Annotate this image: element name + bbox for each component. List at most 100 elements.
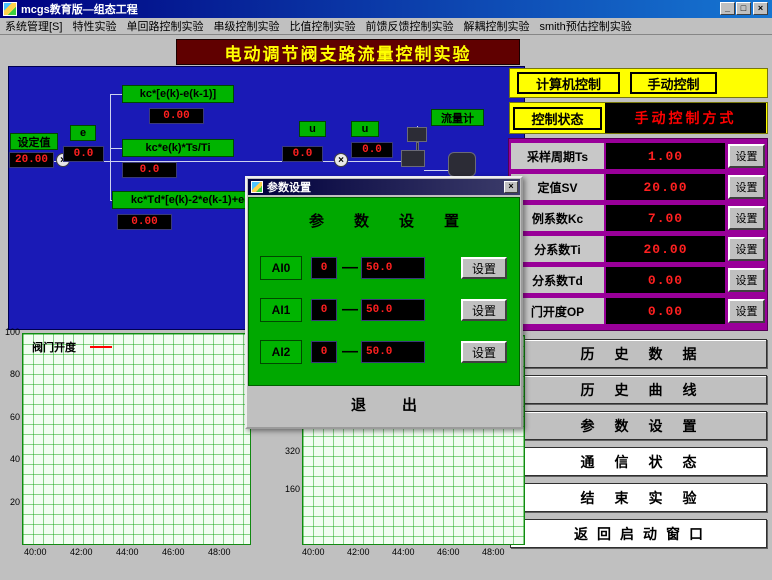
ai2-low-display: 0 [311, 341, 337, 363]
setpoint-label: 设定值 [10, 133, 58, 150]
chart-legend-line [90, 346, 112, 348]
flowmeter-label: 流量计 [431, 109, 484, 126]
dialog-titlebar[interactable]: 参数设置 [248, 179, 520, 195]
window-titlebar[interactable]: mcgs教育版—组态工程 [0, 0, 772, 18]
param-set-button-td[interactable]: 设置 [728, 268, 765, 292]
y-tick: 80 [0, 369, 20, 379]
ai2-high-display: 50.0 [361, 341, 425, 363]
u1-label: u [299, 121, 326, 137]
ai1-set-button[interactable]: 设置 [461, 299, 507, 321]
param-value-ti: 20.00 [606, 236, 725, 262]
param-set-button-ti[interactable]: 设置 [728, 237, 765, 261]
dialog-exit-button[interactable]: 退出 [248, 394, 520, 415]
error-display: 0.0 [63, 146, 104, 162]
menu-bar: 系统管理[S] 特性实验 单回路控制实验 串级控制实验 比值控制实验 前馈反馈控… [0, 18, 772, 35]
error-label: e [70, 125, 96, 141]
y-tick: 60 [0, 412, 20, 422]
control-status-value: 手动控制方式 [605, 103, 766, 133]
close-button[interactable]: × [753, 2, 768, 15]
dialog-close-button[interactable]: × [504, 181, 518, 193]
ai1-range-dash: — [341, 298, 359, 322]
menu-item-system[interactable]: 系统管理[S] [0, 17, 67, 35]
comm-status-button[interactable]: 通信状态 [510, 447, 767, 476]
flow-sensor-icon [407, 127, 427, 142]
return-start-window-button[interactable]: 返回启动窗口 [510, 519, 767, 548]
param-value-op: 0.00 [606, 298, 725, 324]
x-tick: 44:00 [116, 547, 139, 557]
menu-item-smith[interactable]: smith预估控制实验 [534, 17, 636, 35]
i-term-display: 0.0 [122, 162, 177, 178]
i-term-formula: kc*e(k)*Ts/Ti [122, 139, 234, 157]
chart-legend-label: 阀门开度 [32, 339, 76, 355]
u2-display: 0.0 [351, 142, 393, 158]
y-tick: 320 [278, 446, 300, 456]
ai0-label: AI0 [260, 256, 302, 280]
summing-junction-icon: × [334, 153, 348, 167]
menu-item-decoupling[interactable]: 解耦控制实验 [458, 17, 534, 35]
setpoint-display: 20.00 [9, 152, 54, 168]
param-label-sv: 定值SV [511, 174, 604, 200]
dialog-title: 参数设置 [267, 179, 311, 195]
maximize-button[interactable]: □ [736, 2, 751, 15]
param-set-button-kc[interactable]: 设置 [728, 206, 765, 230]
x-tick: 46:00 [437, 547, 460, 557]
dialog-icon [251, 181, 263, 193]
param-set-button-sv[interactable]: 设置 [728, 175, 765, 199]
x-tick: 40:00 [24, 547, 47, 557]
history-data-button[interactable]: 历史数据 [510, 339, 767, 368]
pump-icon [448, 152, 476, 177]
param-value-sv: 20.00 [606, 174, 725, 200]
param-label-op: 门开度OP [511, 298, 604, 324]
y-tick: 100 [0, 327, 20, 337]
dialog-header: 参数设置 [248, 210, 520, 231]
menu-item-feedforward[interactable]: 前馈反馈控制实验 [360, 17, 458, 35]
manual-control-button[interactable]: 手动控制 [630, 72, 717, 94]
u1-display: 0.0 [282, 146, 323, 162]
wire-line [110, 94, 122, 95]
ai2-range-dash: — [341, 340, 359, 364]
valve-icon [401, 150, 425, 167]
computer-control-button[interactable]: 计算机控制 [517, 72, 620, 94]
ai2-set-button[interactable]: 设置 [461, 341, 507, 363]
ai0-low-display: 0 [311, 257, 337, 279]
param-value-td: 0.00 [606, 267, 725, 293]
param-label-ts: 采样周期Ts [511, 143, 604, 169]
x-tick: 48:00 [208, 547, 231, 557]
y-tick: 160 [278, 484, 300, 494]
param-value-kc: 7.00 [606, 205, 725, 231]
y-tick: 40 [0, 454, 20, 464]
end-experiment-button[interactable]: 结束实验 [510, 483, 767, 512]
ai1-low-display: 0 [311, 299, 337, 321]
parameter-setting-button[interactable]: 参数设置 [510, 411, 767, 440]
ai1-label: AI1 [260, 298, 302, 322]
param-set-button-op[interactable]: 设置 [728, 299, 765, 323]
x-tick: 44:00 [392, 547, 415, 557]
param-label-ti: 分系数Ti [511, 236, 604, 262]
control-status-label: 控制状态 [513, 107, 602, 130]
param-set-button-ts[interactable]: 设置 [728, 144, 765, 168]
parameter-settings-dialog: 参数设置 × 参数设置 AI0 0 — 50.0 设置 AI1 0 — 50.0… [245, 176, 523, 429]
menu-item-ratio[interactable]: 比值控制实验 [284, 17, 360, 35]
ai0-range-dash: — [341, 256, 359, 280]
menu-item-cascade[interactable]: 串级控制实验 [208, 17, 284, 35]
ai0-high-display: 50.0 [361, 257, 425, 279]
param-label-td: 分系数Td [511, 267, 604, 293]
history-curve-button[interactable]: 历史曲线 [510, 375, 767, 404]
minimize-button[interactable]: _ [720, 2, 735, 15]
param-value-ts: 1.00 [606, 143, 725, 169]
x-tick: 46:00 [162, 547, 185, 557]
x-tick: 40:00 [302, 547, 325, 557]
wire-line [110, 148, 122, 149]
mcgs-main-window: mcgs教育版—组态工程 _ □ × 系统管理[S] 特性实验 单回路控制实验 … [0, 0, 772, 580]
x-tick: 42:00 [70, 547, 93, 557]
menu-item-single-loop[interactable]: 单回路控制实验 [121, 17, 208, 35]
ai0-set-button[interactable]: 设置 [461, 257, 507, 279]
ai2-label: AI2 [260, 340, 302, 364]
page-title: 电动调节阀支路流量控制实验 [176, 39, 520, 65]
p-term-display: 0.00 [149, 108, 204, 124]
x-tick: 42:00 [347, 547, 370, 557]
wire-line [110, 94, 111, 200]
d-term-display: 0.00 [117, 214, 172, 230]
menu-item-characteristic[interactable]: 特性实验 [67, 17, 121, 35]
valve-opening-chart [22, 333, 251, 545]
